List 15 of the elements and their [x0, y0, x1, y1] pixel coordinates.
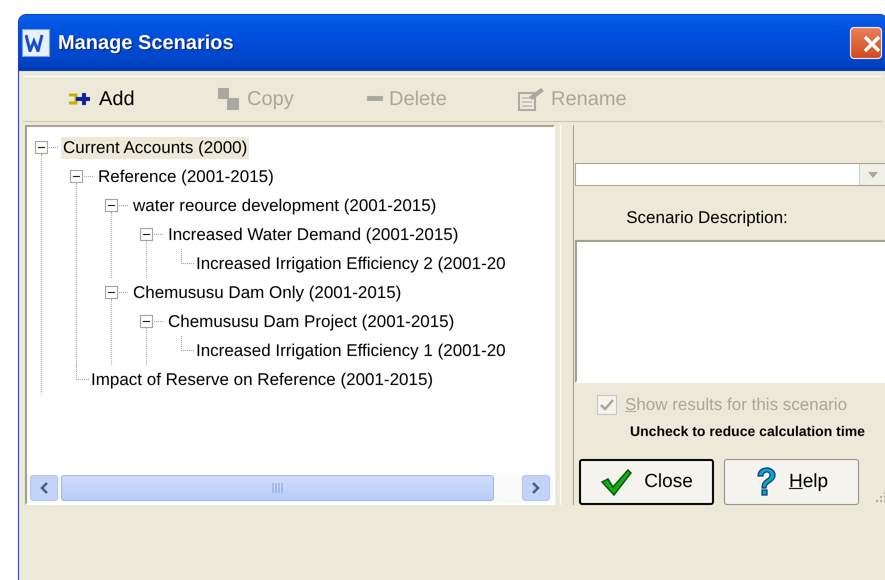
tree-item[interactable]: Increased Irrigation Efficiency 2 (2001-20	[194, 252, 508, 274]
hint-text: Uncheck to reduce calculation time	[630, 423, 866, 439]
tree-item[interactable]: water reource development (2001-2015)	[131, 194, 438, 216]
tree-item[interactable]: Increased Irrigation Efficiency 1 (2001-20	[194, 340, 508, 362]
tree-item[interactable]: Chemususu Dam Only (2001-2015)	[131, 282, 404, 304]
window-title: Manage Scenarios	[58, 32, 234, 54]
tree-item[interactable]: Increased Water Demand (2001-2015)	[166, 224, 460, 246]
tree-item[interactable]: Chemususu Dam Project (2001-2015)	[166, 310, 456, 332]
tree-item[interactable]: Current Accounts (2000)	[61, 136, 250, 158]
close-button[interactable]: Close	[579, 459, 714, 505]
tree-item[interactable]: Reference (2001-2015)	[96, 166, 276, 188]
description-label: Scenario Description:	[625, 208, 789, 228]
tree-item[interactable]: Impact of Reserve on Reference (2001-2015)	[89, 368, 436, 390]
toolbar-button[interactable]: Add	[63, 88, 213, 110]
help-button[interactable]: Help	[724, 459, 859, 505]
